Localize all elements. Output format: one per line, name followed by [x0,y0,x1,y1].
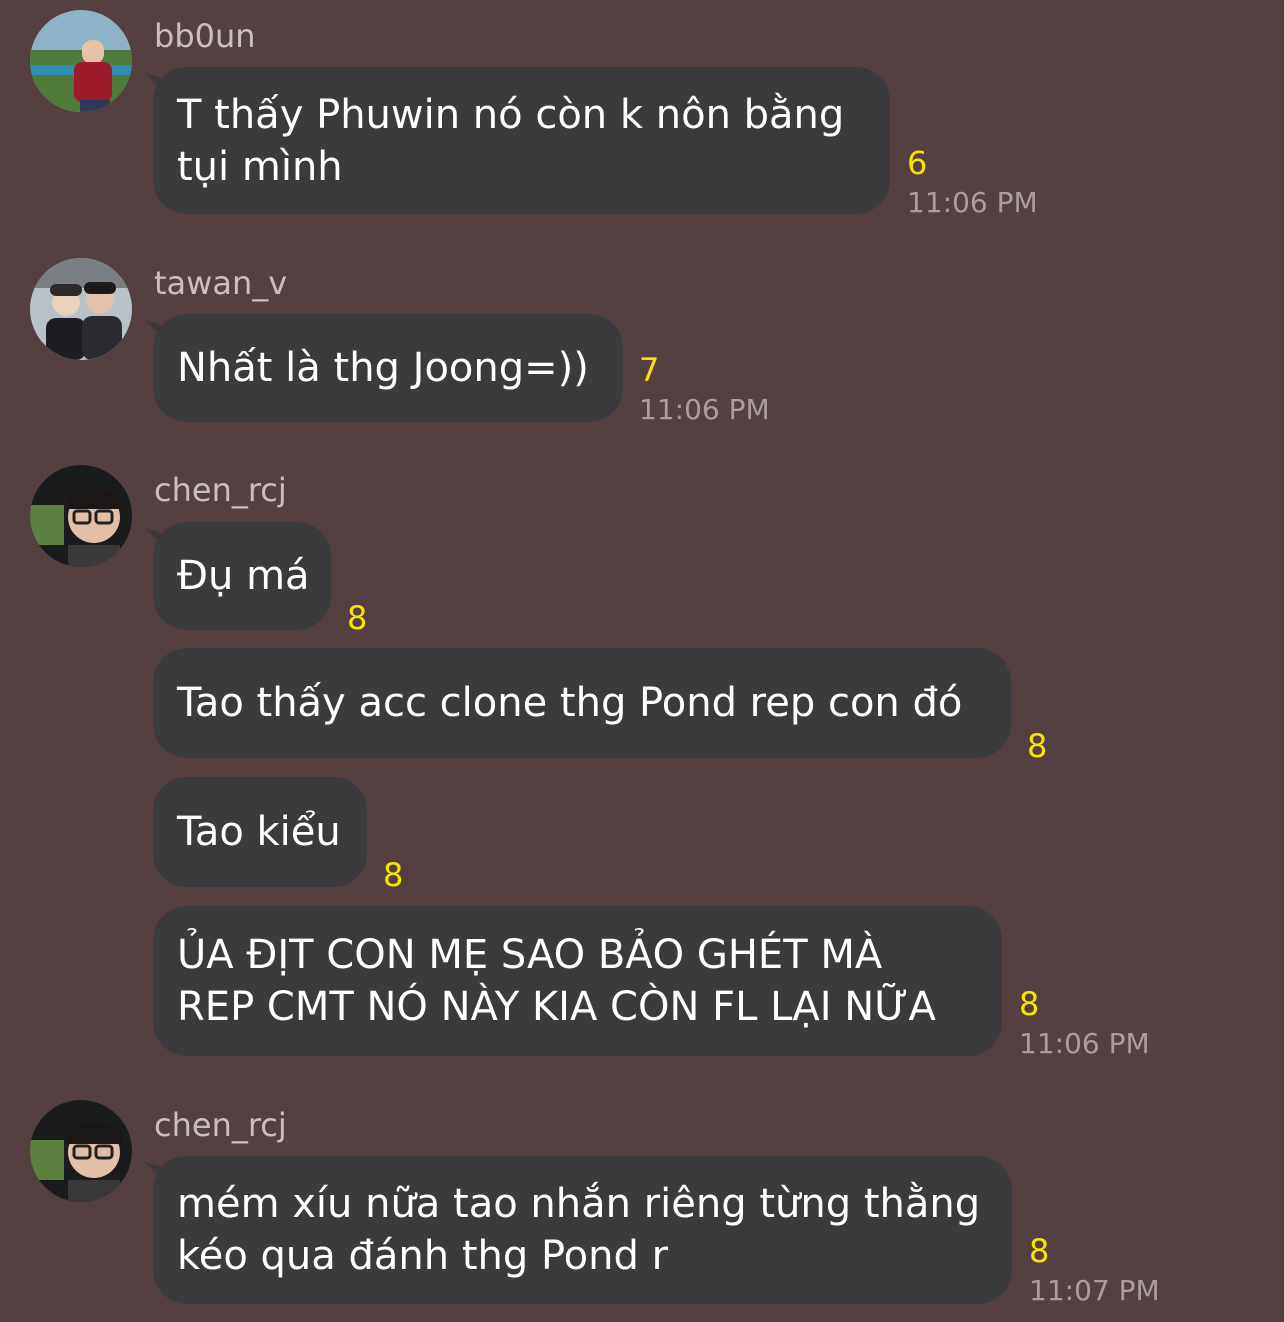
message-time: 11:06 PM [1019,1027,1150,1060]
message-bubble[interactable]: Đụ má [153,522,331,630]
message-text: Tao kiểu [177,809,341,855]
reaction-count[interactable]: 8 [1029,1233,1049,1269]
message-text: T thấy Phuwin nó còn k nôn bằng tụi mình [177,91,845,190]
avatar[interactable] [30,465,132,567]
avatar[interactable] [30,1100,132,1202]
reaction-count[interactable]: 8 [347,600,367,636]
reaction-count[interactable]: 7 [639,352,659,388]
reaction-count[interactable]: 8 [1027,728,1047,764]
username[interactable]: chen_rcj [154,1105,287,1145]
message-bubble[interactable]: Tao kiểu [153,777,367,887]
message-bubble[interactable]: T thấy Phuwin nó còn k nôn bằng tụi mình [153,67,890,214]
username[interactable]: tawan_v [154,263,287,303]
message-bubble[interactable]: Nhất là thg Joong=)) [153,314,623,422]
message-time: 11:07 PM [1029,1274,1160,1307]
message-text: mém xíu nữa tao nhắn riêng từng thằng ké… [177,1181,981,1279]
reaction-count[interactable]: 8 [1019,986,1039,1022]
message-text: Đụ má [177,553,310,599]
message-bubble[interactable]: mém xíu nữa tao nhắn riêng từng thằng ké… [153,1156,1012,1304]
message-time: 11:06 PM [907,186,1038,219]
username[interactable]: chen_rcj [154,470,287,510]
chen_rcj-avatar-image [30,1100,132,1202]
message-text: Tao thấy acc clone thg Pond rep con đó [177,680,963,726]
message-bubble[interactable]: Tao thấy acc clone thg Pond rep con đó [153,648,1011,758]
message-text: ỦA ĐỊT CON MẸ SAO BẢO GHÉT MÀ REP CMT NÓ… [177,932,936,1030]
message-text: Nhất là thg Joong=)) [177,345,589,391]
avatar[interactable] [30,10,132,112]
username[interactable]: bb0un [154,16,256,56]
reaction-count[interactable]: 6 [907,145,927,181]
message-time: 11:06 PM [639,393,770,426]
chen_rcj-avatar-image [30,465,132,567]
bb0un-avatar-image [30,10,132,112]
avatar[interactable] [30,258,132,360]
tawan_v-avatar-image [30,258,132,360]
reaction-count[interactable]: 8 [383,857,403,893]
message-bubble[interactable]: ỦA ĐỊT CON MẸ SAO BẢO GHÉT MÀ REP CMT NÓ… [153,906,1002,1056]
